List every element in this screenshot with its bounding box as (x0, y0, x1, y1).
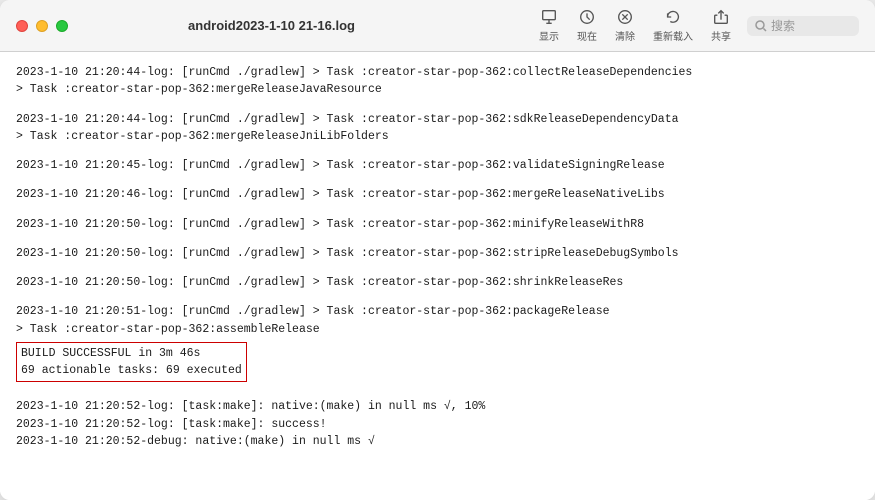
log-line-14: 2023-1-10 21:20:52-debug: native:(make) … (16, 433, 859, 450)
log-line-13: 2023-1-10 21:20:52-log: [task:make]: suc… (16, 416, 859, 433)
close-button[interactable] (16, 20, 28, 32)
search-icon (755, 20, 767, 32)
log-spacer-8 (16, 386, 859, 398)
share-button[interactable]: 共享 (711, 8, 731, 43)
clear-button[interactable]: 清除 (615, 8, 635, 43)
now-button[interactable]: 现在 (577, 8, 597, 43)
log-line-7: 2023-1-10 21:20:50-log: [runCmd ./gradle… (16, 216, 859, 233)
titlebar: android2023-1-10 21-16.log 显示 现 (0, 0, 875, 52)
log-line-1: 2023-1-10 21:20:44-log: [runCmd ./gradle… (16, 64, 859, 81)
log-line-2: > Task :creator-star-pop-362:mergeReleas… (16, 81, 859, 98)
build-success-box: BUILD SUCCESSFUL in 3m 46s 69 actionable… (16, 342, 247, 383)
log-line-6: 2023-1-10 21:20:46-log: [runCmd ./gradle… (16, 186, 859, 203)
log-line-9: 2023-1-10 21:20:50-log: [runCmd ./gradle… (16, 274, 859, 291)
reload-button[interactable]: 重新载入 (653, 8, 693, 43)
build-success-line2: 69 actionable tasks: 69 executed (21, 362, 242, 379)
log-line-4: > Task :creator-star-pop-362:mergeReleas… (16, 128, 859, 145)
display-button[interactable]: 显示 (539, 8, 559, 43)
log-spacer-2 (16, 145, 859, 157)
search-box[interactable] (747, 16, 859, 36)
log-spacer-7 (16, 291, 859, 303)
log-line-10: 2023-1-10 21:20:51-log: [runCmd ./gradle… (16, 303, 859, 320)
log-content: 2023-1-10 21:20:44-log: [runCmd ./gradle… (0, 52, 875, 500)
build-success-line1: BUILD SUCCESSFUL in 3m 46s (21, 345, 242, 362)
search-input[interactable] (771, 19, 851, 33)
log-line-8: 2023-1-10 21:20:50-log: [runCmd ./gradle… (16, 245, 859, 262)
log-spacer-5 (16, 233, 859, 245)
log-spacer-6 (16, 262, 859, 274)
window-title: android2023-1-10 21-16.log (84, 18, 459, 33)
log-line-5: 2023-1-10 21:20:45-log: [runCmd ./gradle… (16, 157, 859, 174)
minimize-button[interactable] (36, 20, 48, 32)
log-line-12: 2023-1-10 21:20:52-log: [task:make]: nat… (16, 398, 859, 415)
log-spacer-3 (16, 174, 859, 186)
log-line-11: > Task :creator-star-pop-362:assembleRel… (16, 321, 859, 338)
log-spacer-4 (16, 204, 859, 216)
main-window: android2023-1-10 21-16.log 显示 现 (0, 0, 875, 500)
traffic-lights (16, 20, 68, 32)
log-line-3: 2023-1-10 21:20:44-log: [runCmd ./gradle… (16, 111, 859, 128)
maximize-button[interactable] (56, 20, 68, 32)
log-spacer-1 (16, 99, 859, 111)
